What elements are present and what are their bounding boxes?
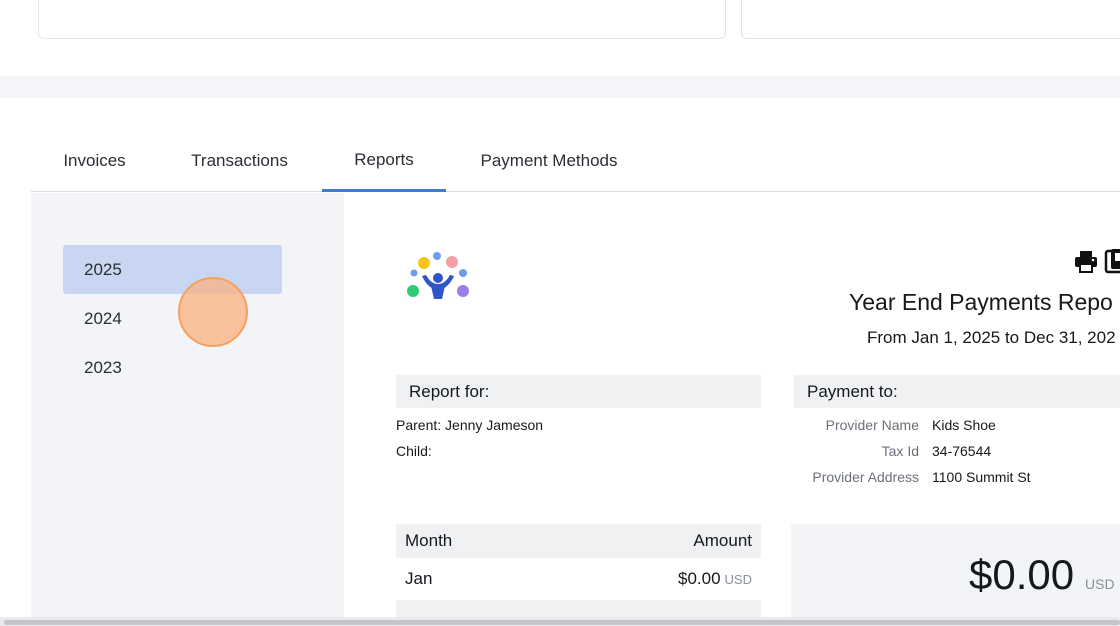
print-icon[interactable] xyxy=(1073,247,1099,275)
brand-logo-icon xyxy=(407,252,469,299)
top-section xyxy=(0,0,1120,76)
year-item-2024[interactable]: 2024 xyxy=(63,294,282,343)
provider-name-label: Provider Name xyxy=(825,417,919,433)
horizontal-scrollbar[interactable] xyxy=(0,617,1120,626)
month-column-header: Month xyxy=(405,531,453,550)
report-document: Year End Payments Repo From Jan 1, 2025 … xyxy=(344,193,1120,626)
click-indicator xyxy=(178,277,248,347)
provider-name-value: Kids Shoe xyxy=(932,417,996,433)
tax-id-value: 34-76544 xyxy=(932,443,992,459)
row-month: Jan xyxy=(405,569,433,588)
row-currency: USD xyxy=(724,572,752,587)
row-amount-value: $0.00 xyxy=(678,569,721,588)
scrollbar-thumb[interactable] xyxy=(4,620,1120,625)
provider-address-value: 1100 Summit St xyxy=(932,469,1031,485)
report-title: Year End Payments Repo xyxy=(849,289,1113,315)
total-amount: $0.00 xyxy=(969,551,1075,598)
tab-bar: Invoices Transactions Reports Payment Me… xyxy=(31,130,1120,192)
table-row: Jan $0.00 USD xyxy=(396,558,761,600)
tab-transactions[interactable]: Transactions xyxy=(174,130,305,192)
year-item-2025[interactable]: 2025 xyxy=(63,245,282,294)
tab-reports[interactable]: Reports xyxy=(322,130,446,192)
payment-to-heading: Payment to: xyxy=(794,375,1120,408)
tab-payment-methods[interactable]: Payment Methods xyxy=(462,130,636,192)
child-name: Child: xyxy=(396,443,432,459)
report-date-range: From Jan 1, 2025 to Dec 31, 202 xyxy=(867,328,1116,347)
provider-address-label: Provider Address xyxy=(812,469,919,485)
parent-name: Parent: Jenny Jameson xyxy=(396,417,544,433)
report-for-heading: Report for: xyxy=(396,375,761,408)
tab-invoices[interactable]: Invoices xyxy=(31,130,158,192)
total-currency: USD xyxy=(1085,576,1115,592)
total-summary-box: $0.00 USD xyxy=(791,524,1120,626)
year-item-2023[interactable]: 2023 xyxy=(63,343,282,392)
pdf-icon[interactable] xyxy=(1103,247,1120,275)
report-tools xyxy=(1073,247,1120,275)
tax-id-label: Tax Id xyxy=(881,443,919,459)
summary-card-right xyxy=(741,0,1120,39)
monthly-payments-table: Month Amount Jan $0.00 USD xyxy=(396,524,761,626)
summary-card-left xyxy=(38,0,726,39)
row-amount: $0.00 USD xyxy=(678,569,752,589)
amount-column-header: Amount xyxy=(693,531,752,550)
table-header: Month Amount xyxy=(396,524,761,558)
